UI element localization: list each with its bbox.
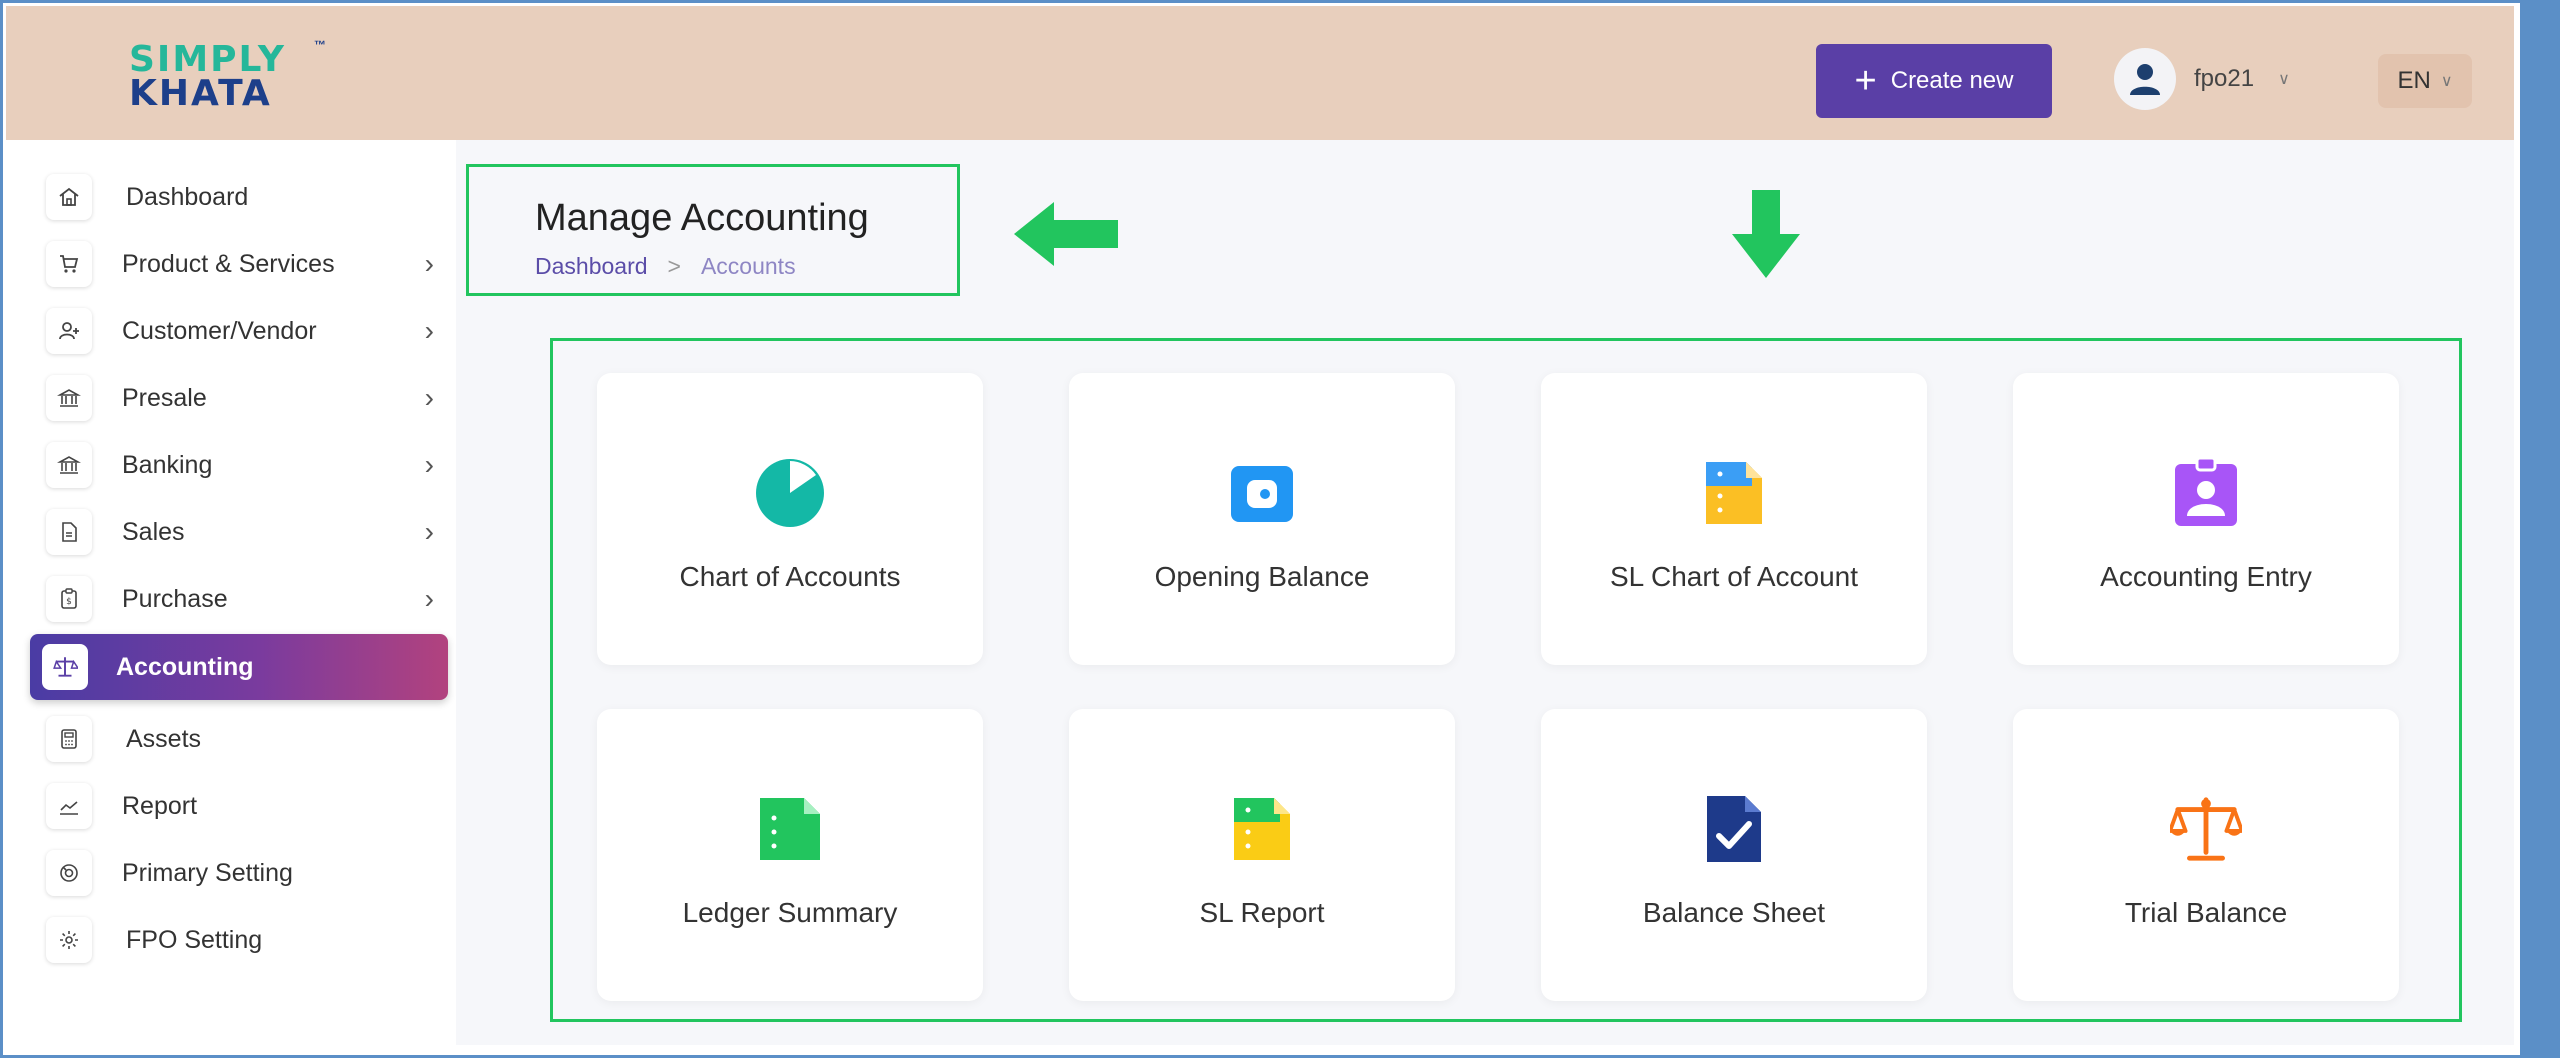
card-sl-chart-of-account[interactable]: SL Chart of Account xyxy=(1541,373,1927,665)
card-chart-of-accounts[interactable]: Chart of Accounts xyxy=(597,373,983,665)
bank-icon xyxy=(46,442,92,488)
card-label: Opening Balance xyxy=(1154,561,1370,592)
card-label: Ledger Summary xyxy=(682,897,898,928)
chevron-right-icon: › xyxy=(424,248,434,279)
annotation-arrow-left-icon xyxy=(1014,202,1118,266)
document-check-icon xyxy=(1698,793,1770,865)
breadcrumb-current: Accounts xyxy=(700,253,796,279)
spreadsheet-icon xyxy=(1698,457,1770,529)
sidebar-item-label: Customer/Vendor xyxy=(122,316,317,345)
home-icon xyxy=(46,174,92,220)
chevron-right-icon: › xyxy=(424,583,434,614)
sidebar-item-label: Assets xyxy=(126,724,202,753)
sidebar-item-fpo-setting[interactable]: FPO Setting xyxy=(30,909,456,971)
clipboard-dollar-icon: $ xyxy=(46,576,92,622)
sidebar-item-customer-vendor[interactable]: Customer/Vendor › xyxy=(30,300,456,362)
scale-icon xyxy=(2170,793,2242,865)
sidebar: Dashboard Product & Services › Customer/… xyxy=(6,140,456,1045)
pie-chart-icon xyxy=(754,457,826,529)
card-label: Chart of Accounts xyxy=(679,561,901,592)
sidebar-item-banking[interactable]: Banking › xyxy=(30,434,456,496)
sheet-icon xyxy=(754,793,826,865)
chevron-right-icon: › xyxy=(424,382,434,413)
breadcrumb: Dashboard > Accounts xyxy=(535,253,796,280)
card-label: Accounting Entry xyxy=(2100,561,2312,592)
sidebar-item-product-services[interactable]: Product & Services › xyxy=(30,233,456,295)
user-add-icon xyxy=(46,308,92,354)
sidebar-item-label: Product & Services xyxy=(122,249,335,278)
chevron-right-icon: › xyxy=(424,449,434,480)
page-title: Manage Accounting xyxy=(535,197,869,239)
top-header: SIMPLY KHATA ™ + Create new fpo21 ∨ EN ∨ xyxy=(6,6,2514,140)
sidebar-item-label: Accounting xyxy=(116,652,254,681)
bank-icon xyxy=(46,375,92,421)
gear-icon xyxy=(46,917,92,963)
user-name: fpo21 xyxy=(2194,65,2255,92)
calculator-icon xyxy=(46,716,92,762)
brand-trademark: ™ xyxy=(314,38,326,52)
gear-icon xyxy=(46,850,92,896)
create-new-label: Create new xyxy=(1890,67,2014,94)
sidebar-item-accounting[interactable]: Accounting xyxy=(30,634,448,700)
avatar xyxy=(2114,48,2176,110)
cart-icon xyxy=(46,241,92,287)
create-new-button[interactable]: + Create new xyxy=(1816,44,2052,118)
user-menu[interactable]: fpo21 ∨ xyxy=(2114,42,2290,116)
sidebar-item-label: Report xyxy=(122,791,198,820)
accounting-menu-grid: Chart of Accounts Opening Balance SL Cha… xyxy=(550,338,2462,1022)
card-label: SL Chart of Account xyxy=(1610,561,1858,592)
id-badge-icon xyxy=(2170,457,2242,529)
wallet-icon xyxy=(1226,457,1298,529)
language-label: EN xyxy=(2397,67,2431,94)
brand-logo[interactable]: SIMPLY KHATA ™ xyxy=(124,36,334,116)
sidebar-item-assets[interactable]: Assets xyxy=(30,708,456,770)
language-select[interactable]: EN ∨ xyxy=(2378,54,2472,108)
main-content: Manage Accounting Dashboard > Accounts C… xyxy=(456,140,2514,1045)
card-opening-balance[interactable]: Opening Balance xyxy=(1069,373,1455,665)
card-label: Trial Balance xyxy=(2124,897,2288,928)
card-label: Balance Sheet xyxy=(1642,897,1826,928)
sidebar-item-label: Banking xyxy=(122,450,213,479)
page-title-box: Manage Accounting Dashboard > Accounts xyxy=(466,164,960,296)
brand-line2: KHATA xyxy=(129,73,272,114)
chevron-down-icon: ∨ xyxy=(2440,73,2453,90)
sidebar-item-label: Sales xyxy=(122,517,185,546)
card-trial-balance[interactable]: Trial Balance xyxy=(2013,709,2399,1001)
sidebar-item-report[interactable]: Report xyxy=(30,775,456,837)
breadcrumb-link-dashboard[interactable]: Dashboard xyxy=(535,253,648,280)
card-ledger-summary[interactable]: Ledger Summary xyxy=(597,709,983,1001)
breadcrumb-separator: > xyxy=(667,253,681,279)
scale-icon xyxy=(42,644,88,690)
card-accounting-entry[interactable]: Accounting Entry xyxy=(2013,373,2399,665)
svg-text:$: $ xyxy=(66,597,72,607)
annotation-arrow-down-icon xyxy=(1732,190,1800,278)
card-label: SL Report xyxy=(1199,897,1325,928)
chevron-right-icon: › xyxy=(424,516,434,547)
sidebar-item-label: Dashboard xyxy=(126,182,249,211)
chevron-down-icon: ∨ xyxy=(2278,71,2290,88)
chevron-right-icon: › xyxy=(424,315,434,346)
sidebar-item-label: FPO Setting xyxy=(126,925,263,954)
sidebar-item-label: Purchase xyxy=(122,584,228,613)
chart-line-icon xyxy=(46,783,92,829)
card-sl-report[interactable]: SL Report xyxy=(1069,709,1455,1001)
sidebar-item-label: Presale xyxy=(122,383,207,412)
plus-icon: + xyxy=(1854,60,1877,102)
sidebar-item-sales[interactable]: Sales › xyxy=(30,501,456,563)
card-balance-sheet[interactable]: Balance Sheet xyxy=(1541,709,1927,1001)
sidebar-item-presale[interactable]: Presale › xyxy=(30,367,456,429)
user-icon xyxy=(2130,64,2160,95)
sidebar-item-label: Primary Setting xyxy=(122,858,293,887)
report-icon xyxy=(1226,793,1298,865)
sidebar-item-primary-setting[interactable]: Primary Setting xyxy=(30,842,456,904)
sidebar-item-purchase[interactable]: $ Purchase › xyxy=(30,568,456,630)
document-icon xyxy=(46,509,92,555)
sidebar-item-dashboard[interactable]: Dashboard xyxy=(30,166,456,228)
